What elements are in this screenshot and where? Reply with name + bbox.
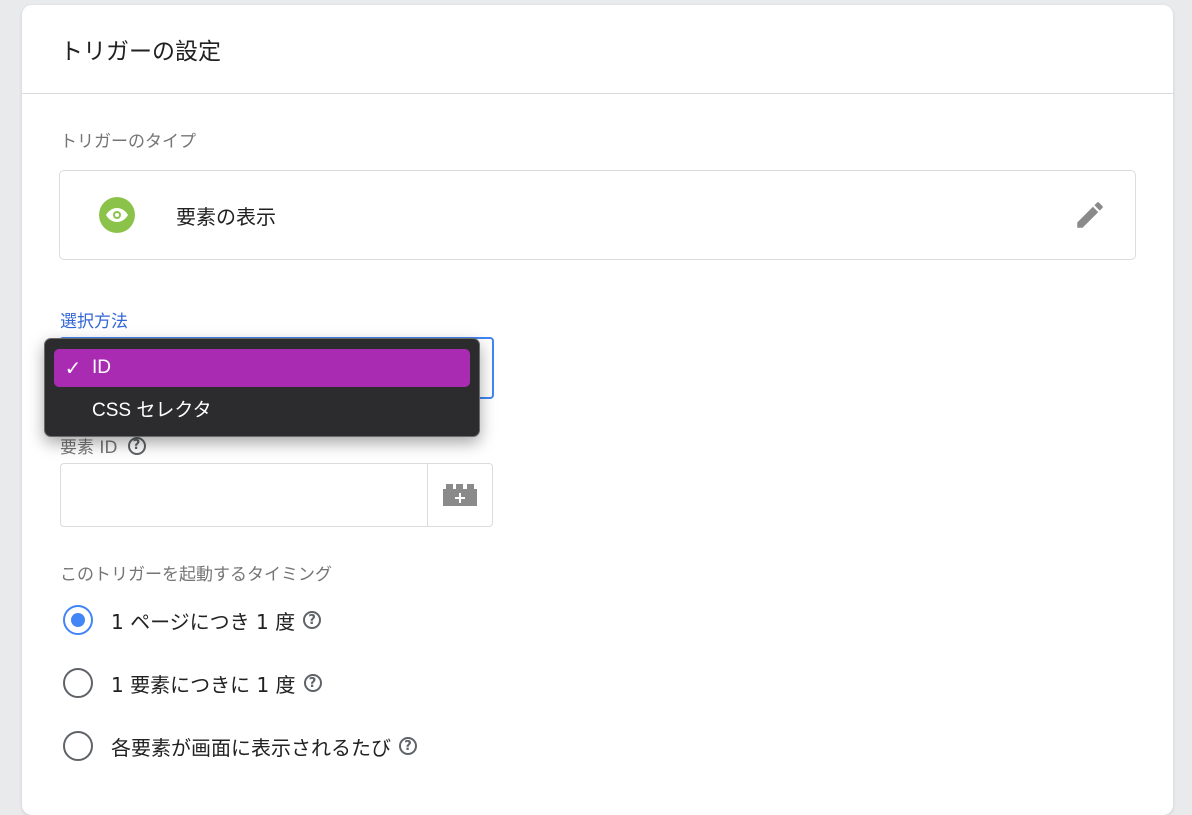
trigger-type-box[interactable]: 要素の表示 [59, 170, 1136, 260]
dropdown-option-id[interactable]: ✓ ID [54, 349, 470, 387]
page-title: トリガーの設定 [60, 39, 221, 65]
dropdown-option-label: CSS セレクタ [92, 399, 212, 421]
selection-method-label: 選択方法 [60, 312, 128, 332]
help-icon[interactable]: ? [303, 674, 322, 692]
trigger-type-name: 要素の表示 [176, 205, 276, 229]
variable-building-block-icon [443, 484, 477, 506]
dropdown-option-label: ID [92, 357, 111, 378]
pencil-edit-icon[interactable] [1073, 198, 1107, 232]
help-icon[interactable]: ? [399, 737, 417, 755]
trigger-type-label: トリガーのタイプ [60, 132, 196, 152]
selection-method-dropdown-menu: ✓ ID CSS セレクタ [44, 338, 480, 437]
checkmark-icon: ✓ [64, 357, 82, 380]
timing-option-every-time[interactable]: 各要素が画面に表示されるたび ? [63, 731, 417, 761]
timing-option-label: 1 要素につきに 1 度 [111, 672, 296, 697]
timing-option-label: 1 ページにつき 1 度 [111, 609, 296, 634]
element-id-input[interactable] [60, 463, 427, 527]
help-icon[interactable]: ? [127, 436, 146, 455]
timing-option-label: 各要素が画面に表示されるたび [111, 735, 391, 760]
insert-variable-button[interactable] [427, 463, 493, 527]
timing-option-once-per-element[interactable]: 1 要素につきに 1 度 ? [63, 668, 322, 698]
radio-button[interactable] [63, 668, 93, 698]
help-icon[interactable]: ? [303, 611, 322, 629]
timing-label: このトリガーを起動するタイミング [60, 565, 332, 585]
dropdown-option-css-selector[interactable]: CSS セレクタ [54, 389, 470, 427]
radio-button[interactable] [63, 731, 93, 761]
radio-button[interactable] [63, 605, 93, 635]
timing-option-once-per-page[interactable]: 1 ページにつき 1 度 ? [63, 605, 322, 635]
card-header: トリガーの設定 [22, 5, 1173, 94]
eye-icon [99, 197, 135, 233]
